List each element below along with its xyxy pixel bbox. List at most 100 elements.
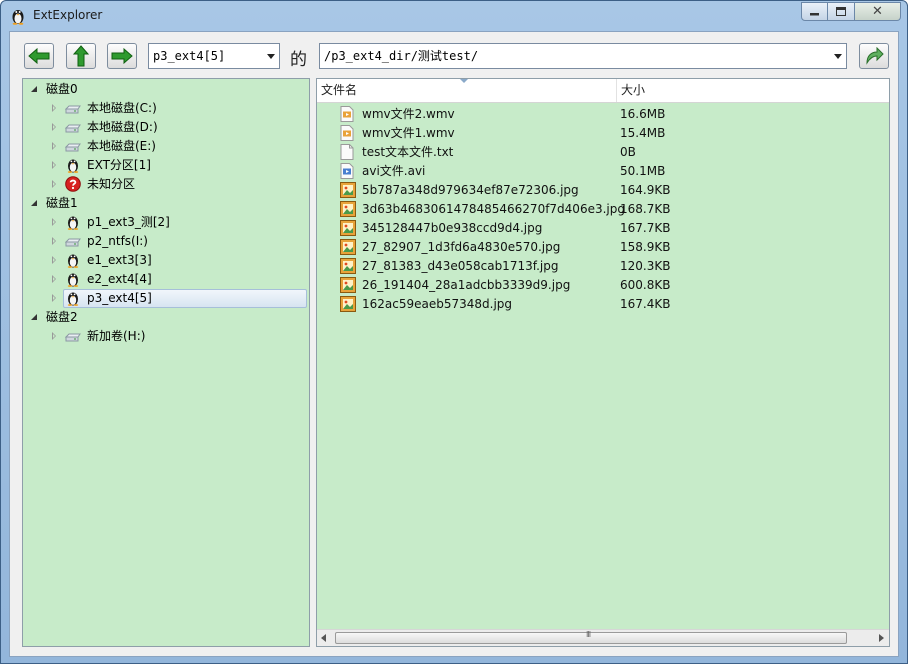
file-name: wmv文件1.wmv: [362, 126, 455, 140]
drive-icon: [64, 138, 81, 154]
partition-select[interactable]: p3_ext4[5]: [148, 43, 280, 69]
scrollbar-thumb[interactable]: III: [335, 630, 847, 644]
collapsed-triangle-icon[interactable]: [52, 104, 56, 112]
tree-item-label: EXT分区[1]: [87, 158, 151, 172]
file-name: 27_82907_1d3fd6a4830e570.jpg: [362, 240, 561, 254]
tree-item-label: p3_ext4[5]: [87, 291, 152, 305]
file-row[interactable]: 26_191404_28a1adcbb3339d9.jpg 600.8KB: [317, 276, 889, 295]
scroll-grip: III: [586, 630, 591, 639]
tree-item[interactable]: 新加卷(H:): [23, 327, 309, 346]
tree-item[interactable]: EXT分区[1]: [23, 156, 309, 175]
collapsed-triangle-icon[interactable]: [52, 161, 56, 169]
tree-item[interactable]: e2_ext4[4]: [23, 270, 309, 289]
drive-icon: [64, 100, 81, 116]
collapsed-triangle-icon[interactable]: [52, 332, 56, 340]
tree-item[interactable]: p1_ext3_测[2]: [23, 213, 309, 232]
forward-button[interactable]: [107, 43, 137, 69]
file-row[interactable]: avi文件.avi 50.1MB: [317, 162, 889, 181]
tree-item[interactable]: 磁盘2: [23, 308, 309, 327]
file-size: 120.3KB: [620, 259, 671, 273]
file-size: 600.8KB: [620, 278, 671, 292]
drive-icon: [64, 328, 81, 344]
tree-item-label: p2_ntfs(I:): [87, 234, 148, 248]
file-row[interactable]: wmv文件2.wmv 16.6MB: [317, 105, 889, 124]
go-arrow-icon: [866, 47, 884, 65]
image-file-icon: [340, 277, 356, 293]
horizontal-scrollbar[interactable]: III: [317, 629, 889, 646]
file-size: 0B: [620, 145, 636, 159]
file-name: wmv文件2.wmv: [362, 107, 455, 121]
chevron-down-icon: [834, 54, 842, 59]
file-name: 27_81383_d43e058cab1713f.jpg: [362, 259, 559, 273]
arrow-up-icon: [73, 45, 89, 67]
file-row[interactable]: 5b787a348d979634ef87e72306.jpg 164.9KB: [317, 181, 889, 200]
image-file-icon: [340, 258, 356, 274]
file-name: 345128447b0e938ccd9d4.jpg: [362, 221, 543, 235]
file-name: 162ac59eaeb57348d.jpg: [362, 297, 513, 311]
collapsed-triangle-icon[interactable]: [52, 275, 56, 283]
expanded-triangle-icon[interactable]: [31, 86, 37, 92]
file-row[interactable]: wmv文件1.wmv 15.4MB: [317, 124, 889, 143]
tree-item[interactable]: 本地磁盘(E:): [23, 137, 309, 156]
scroll-left-icon[interactable]: [321, 634, 327, 642]
title-bar[interactable]: ExtExplorer ✕: [1, 1, 907, 31]
linux-penguin-icon: [65, 290, 81, 306]
tree-item[interactable]: 磁盘1: [23, 194, 309, 213]
file-list[interactable]: 文件名 大小 wmv文件2.wmv 16.6MB wmv文件1.wmv 15.4MB t…: [316, 78, 890, 647]
go-button[interactable]: [859, 43, 889, 69]
tree-item[interactable]: 磁盘0: [23, 80, 309, 99]
file-size: 50.1MB: [620, 164, 666, 178]
tree-item-label: 磁盘0: [46, 82, 78, 96]
file-name: avi文件.avi: [362, 164, 426, 178]
linux-penguin-icon: [65, 157, 81, 173]
minimize-button[interactable]: [801, 2, 828, 21]
image-file-icon: [340, 201, 356, 217]
expanded-triangle-icon[interactable]: [31, 314, 37, 320]
tree-item[interactable]: p3_ext4[5]: [23, 289, 309, 308]
expanded-triangle-icon[interactable]: [31, 200, 37, 206]
file-row[interactable]: 27_81383_d43e058cab1713f.jpg 120.3KB: [317, 257, 889, 276]
back-button[interactable]: [24, 43, 54, 69]
tree-item[interactable]: p2_ntfs(I:): [23, 232, 309, 251]
partition-tree[interactable]: 磁盘0 本地磁盘(C:) 本地磁盘(D:) 本地磁盘(E:) EXT分区[1] 未知分区磁…: [22, 78, 310, 647]
tree-item-label: 本地磁盘(C:): [87, 101, 157, 115]
client-area: p3_ext4[5] 的 /p3_ext4_dir/测试test/ 磁盘0 本地磁…: [9, 31, 899, 657]
close-button[interactable]: ✕: [855, 2, 901, 21]
file-row[interactable]: 3d63b4683061478485466270f7d406e3.jpg 168.…: [317, 200, 889, 219]
tree-item[interactable]: e1_ext3[3]: [23, 251, 309, 270]
tree-item[interactable]: 本地磁盘(D:): [23, 118, 309, 137]
collapsed-triangle-icon[interactable]: [52, 123, 56, 131]
chevron-down-icon: [267, 54, 275, 59]
collapsed-triangle-icon[interactable]: [52, 256, 56, 264]
collapsed-triangle-icon[interactable]: [52, 180, 56, 188]
file-row[interactable]: test文本文件.txt 0B: [317, 143, 889, 162]
de-label: 的: [290, 50, 307, 70]
tree-item-label: p1_ext3_测[2]: [87, 215, 170, 229]
tree-item-label: e1_ext3[3]: [87, 253, 152, 267]
column-header-size[interactable]: 大小: [617, 79, 889, 102]
linux-penguin-icon: [65, 271, 81, 287]
path-input[interactable]: /p3_ext4_dir/测试test/: [319, 43, 847, 69]
collapsed-triangle-icon[interactable]: [52, 237, 56, 245]
maximize-icon: [836, 7, 846, 16]
up-button[interactable]: [66, 43, 96, 69]
tree-item[interactable]: 未知分区: [23, 175, 309, 194]
unknown-partition-icon: [65, 176, 81, 192]
file-row[interactable]: 27_82907_1d3fd6a4830e570.jpg 158.9KB: [317, 238, 889, 257]
collapsed-triangle-icon[interactable]: [52, 142, 56, 150]
maximize-button[interactable]: [828, 2, 855, 21]
avi-file-icon: [340, 163, 356, 179]
drive-icon: [64, 233, 81, 249]
image-file-icon: [340, 220, 356, 236]
text-file-icon: [340, 144, 356, 160]
scroll-right-icon[interactable]: [879, 634, 885, 642]
file-size: 15.4MB: [620, 126, 666, 140]
file-row[interactable]: 162ac59eaeb57348d.jpg 167.4KB: [317, 295, 889, 314]
tree-item[interactable]: 本地磁盘(C:): [23, 99, 309, 118]
collapsed-triangle-icon[interactable]: [52, 218, 56, 226]
tree-item-label: 磁盘1: [46, 196, 78, 210]
collapsed-triangle-icon[interactable]: [52, 294, 56, 302]
arrow-right-icon: [111, 48, 133, 64]
toolbar: p3_ext4[5] 的 /p3_ext4_dir/测试test/: [10, 32, 898, 78]
file-row[interactable]: 345128447b0e938ccd9d4.jpg 167.7KB: [317, 219, 889, 238]
